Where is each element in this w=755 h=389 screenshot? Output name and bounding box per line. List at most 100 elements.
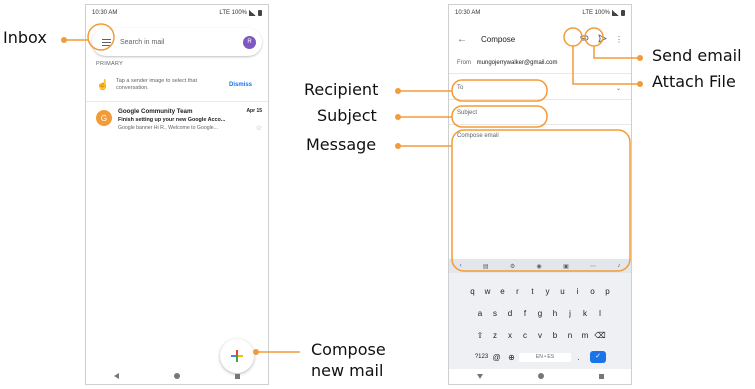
inbox-screen: 10:30 AM LTE 100% Search in mail R PRIMA… — [85, 4, 269, 385]
section-label: PRIMARY — [96, 61, 124, 67]
annotation-subject: Subject — [317, 106, 377, 125]
key[interactable]: c — [518, 331, 533, 340]
recents-nav-icon[interactable] — [235, 373, 241, 379]
home-nav-icon[interactable] — [537, 373, 544, 379]
key[interactable]: . — [571, 353, 586, 362]
key[interactable]: s — [488, 309, 503, 318]
key[interactable]: j — [563, 309, 578, 318]
star-icon[interactable]: ☆ — [256, 124, 262, 132]
compose-title: Compose — [481, 34, 516, 44]
key[interactable]: p — [600, 287, 615, 296]
attach-icon[interactable] — [579, 35, 590, 44]
symbols-key[interactable]: ?123 — [474, 354, 489, 360]
status-time: 10:30 AM — [92, 10, 118, 16]
key[interactable]: k — [578, 309, 593, 318]
search-input[interactable]: Search in mail — [120, 39, 243, 46]
divider — [449, 124, 631, 125]
status-text: LTE 100% — [219, 10, 247, 16]
backspace-icon[interactable]: ⌫ — [593, 331, 608, 340]
key[interactable]: e — [495, 287, 510, 296]
divider — [86, 101, 268, 102]
account-avatar[interactable]: R — [243, 35, 256, 49]
back-nav-icon[interactable] — [113, 373, 119, 379]
dismiss-button[interactable]: Dismiss — [229, 82, 252, 88]
key[interactable]: w — [480, 287, 495, 296]
key[interactable]: x — [503, 331, 518, 340]
key[interactable]: h — [548, 309, 563, 318]
sender-avatar[interactable]: G — [96, 110, 112, 126]
back-arrow-icon[interactable]: ← — [457, 34, 467, 45]
email-list-item[interactable]: G Google Community Team Apr 15 Finish se… — [92, 105, 264, 135]
battery-icon — [621, 10, 625, 16]
screenshot-icon[interactable]: ▣ — [563, 263, 569, 270]
hand-tap-icon: ☝ — [96, 79, 110, 91]
home-nav-icon[interactable] — [173, 373, 180, 379]
key[interactable]: b — [548, 331, 563, 340]
shift-icon[interactable]: ⇧ — [473, 331, 488, 340]
key[interactable]: i — [570, 287, 585, 296]
chevron-down-icon[interactable]: ⌄ — [616, 85, 621, 92]
mic-off-icon[interactable]: ♪ — [617, 263, 620, 269]
compose-screen: 10:30 AM LTE 100% ← Compose ⋮ From mungo… — [448, 4, 632, 385]
keyboard: q w e r t y u i o p a s d f g h j k l ⇧ … — [449, 273, 631, 369]
key[interactable]: g — [533, 309, 548, 318]
body-field[interactable]: Compose email — [457, 133, 625, 139]
annotation-message: Message — [306, 135, 377, 154]
from-address[interactable]: mungojerrywalker@gmail.com — [477, 60, 558, 66]
attach-leader-dot — [637, 81, 643, 87]
status-bar: 10:30 AM LTE 100% — [86, 5, 268, 21]
more-options-icon[interactable]: ⋮ — [615, 35, 623, 44]
signal-icon — [249, 10, 256, 16]
key[interactable]: o — [585, 287, 600, 296]
key[interactable]: q — [465, 287, 480, 296]
status-bar: 10:30 AM LTE 100% — [449, 5, 631, 21]
key[interactable]: @ — [489, 353, 504, 362]
status-text: LTE 100% — [582, 10, 610, 16]
key[interactable]: m — [578, 331, 593, 340]
enter-key[interactable]: ✓ — [590, 351, 606, 363]
email-snippet: Google banner Hi R., Welcome to Google..… — [118, 125, 218, 131]
key[interactable]: r — [510, 287, 525, 296]
key[interactable]: u — [555, 287, 570, 296]
annotation-compose-line2: new mail — [311, 361, 384, 380]
globe-icon[interactable]: ⊕ — [504, 353, 519, 362]
battery-icon — [258, 10, 262, 16]
subject-field[interactable]: Subject — [457, 110, 625, 116]
more-icon[interactable]: ⋯ — [590, 263, 596, 270]
annotation-recipient: Recipient — [304, 80, 379, 99]
key[interactable]: a — [473, 309, 488, 318]
key[interactable]: v — [533, 331, 548, 340]
recents-nav-icon[interactable] — [598, 373, 604, 379]
key[interactable]: n — [563, 331, 578, 340]
status-icons: LTE 100% — [582, 10, 625, 16]
tip-text: Tap a sender image to select that conver… — [116, 78, 198, 91]
palette-icon[interactable]: ◉ — [537, 263, 542, 270]
keyboard-row-4: ?123 @ ⊕ EN • ES . ✓ — [449, 351, 631, 363]
hide-keyboard-icon[interactable] — [476, 373, 483, 379]
keyboard-row-1: q w e r t y u i o p — [449, 287, 631, 296]
divider — [449, 73, 631, 74]
to-field[interactable]: To ⌄ — [457, 85, 625, 92]
nav-bar — [449, 368, 631, 384]
subject-leader-dot — [395, 114, 401, 120]
key[interactable]: y — [540, 287, 555, 296]
key[interactable]: l — [593, 309, 608, 318]
settings-icon[interactable]: ⚙ — [510, 263, 515, 270]
status-icons: LTE 100% — [219, 10, 262, 16]
send-icon[interactable] — [598, 33, 608, 45]
clipboard-icon[interactable]: ▤ — [483, 263, 489, 270]
space-key[interactable]: EN • ES — [519, 352, 571, 362]
nav-bar — [86, 368, 268, 384]
key[interactable]: d — [503, 309, 518, 318]
menu-icon[interactable] — [102, 38, 111, 46]
keyboard-toolbar: ‹ ▤ ⚙ ◉ ▣ ⋯ ♪ — [449, 259, 631, 273]
email-date: Apr 15 — [246, 108, 262, 114]
key[interactable]: f — [518, 309, 533, 318]
send-leader-dot — [637, 55, 643, 61]
search-bar[interactable]: Search in mail R — [92, 28, 262, 56]
key[interactable]: t — [525, 287, 540, 296]
key[interactable]: z — [488, 331, 503, 340]
annotation-attach-file: Attach File — [652, 72, 736, 91]
chevron-left-icon[interactable]: ‹ — [460, 263, 462, 269]
tip-banner: ☝ Tap a sender image to select that conv… — [92, 71, 262, 99]
